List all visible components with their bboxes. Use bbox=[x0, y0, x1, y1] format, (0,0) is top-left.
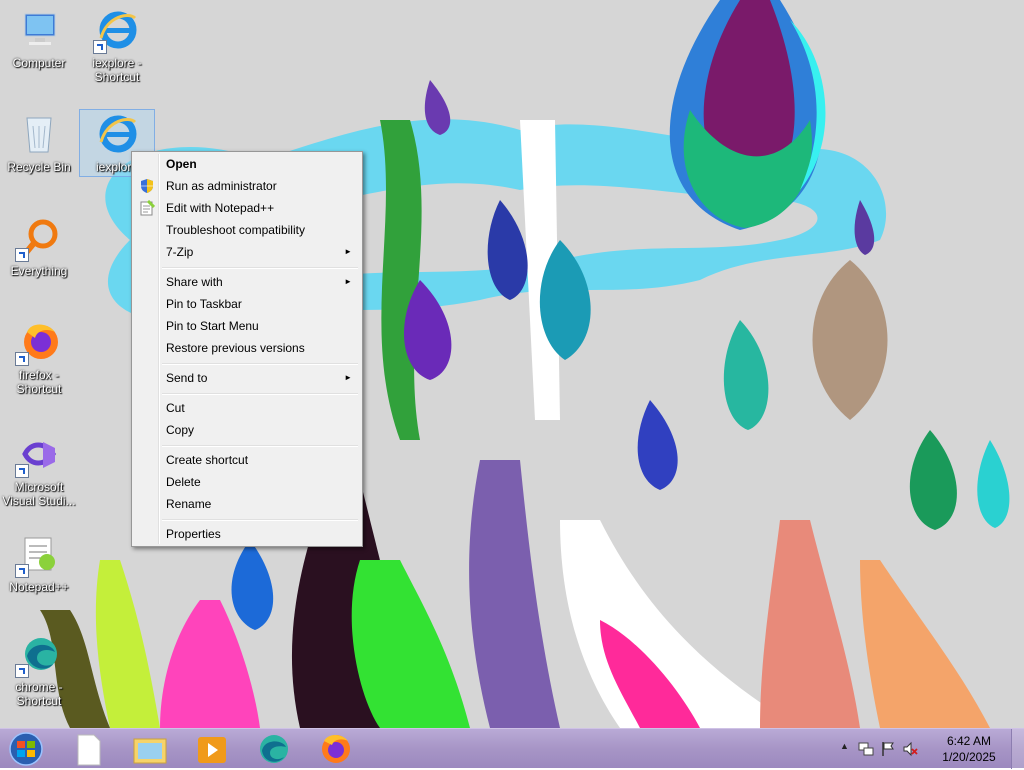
desktop-icon-label: iexplore - Shortcut bbox=[92, 56, 142, 84]
menu-item-label: Rename bbox=[166, 497, 212, 511]
explorer-folder-icon bbox=[133, 738, 167, 764]
shortcut-arrow-icon bbox=[15, 464, 29, 478]
menu-item-restore-previous-versions[interactable]: Restore previous versions bbox=[134, 337, 360, 359]
desktop-icon-label: chrome - Shortcut bbox=[15, 680, 63, 708]
menu-item-delete[interactable]: Delete bbox=[134, 471, 360, 493]
show-desktop-button[interactable] bbox=[1011, 729, 1024, 769]
edge-chromium-icon bbox=[260, 735, 288, 763]
menu-item-7-zip[interactable]: 7-Zip ► bbox=[134, 241, 360, 263]
menu-item-edit-with-notepad-plus-plus[interactable]: Edit with Notepad++ bbox=[134, 197, 360, 219]
uac-shield-icon bbox=[139, 178, 155, 194]
menu-item-copy[interactable]: Copy bbox=[134, 419, 360, 441]
volume-muted-icon[interactable] bbox=[902, 741, 918, 760]
menu-item-label: Delete bbox=[166, 475, 201, 489]
notepad-plus-plus-icon bbox=[139, 199, 156, 216]
firefox-icon bbox=[15, 320, 61, 366]
menu-item-label: Copy bbox=[166, 423, 195, 437]
internet-explorer-icon bbox=[95, 112, 139, 156]
edge-chromium-icon bbox=[15, 632, 61, 678]
network-icon[interactable] bbox=[858, 741, 874, 760]
shortcut-arrow-icon bbox=[15, 248, 29, 262]
system-tray: ▲ 6:42 AM 1/20/2025 bbox=[834, 729, 1024, 769]
menu-item-cut[interactable]: Cut bbox=[134, 397, 360, 419]
firefox-icon bbox=[322, 735, 350, 763]
file-icon bbox=[77, 734, 101, 766]
show-hidden-icons-button[interactable]: ▲ bbox=[840, 741, 849, 751]
start-orb-icon bbox=[9, 732, 43, 766]
menu-separator bbox=[162, 519, 358, 521]
desktop-icon-label: Computer bbox=[12, 56, 66, 70]
desktop-icon-label: Notepad++ bbox=[9, 580, 69, 594]
menu-item-label: Pin to Start Menu bbox=[166, 319, 259, 333]
menu-item-label: Troubleshoot compatibility bbox=[166, 223, 305, 237]
menu-item-rename[interactable]: Rename bbox=[134, 493, 360, 515]
taskbar-clock[interactable]: 6:42 AM 1/20/2025 bbox=[934, 733, 1004, 765]
clock-date: 1/20/2025 bbox=[942, 750, 996, 764]
submenu-arrow-icon: ► bbox=[344, 373, 352, 382]
internet-explorer-icon bbox=[93, 8, 139, 54]
start-button[interactable] bbox=[2, 731, 50, 767]
desktop-icon-chrome-shortcut[interactable]: chrome - Shortcut bbox=[2, 632, 76, 708]
shortcut-arrow-icon bbox=[15, 664, 29, 678]
media-player-icon bbox=[198, 737, 226, 763]
clock-time: 6:42 AM bbox=[946, 734, 992, 748]
desktop-icon-computer[interactable]: Computer bbox=[2, 8, 76, 70]
menu-separator bbox=[162, 393, 358, 395]
menu-item-label: Edit with Notepad++ bbox=[166, 201, 275, 215]
taskbar-edge-button[interactable] bbox=[248, 731, 300, 767]
menu-item-label: 7-Zip bbox=[166, 245, 194, 259]
menu-item-pin-to-start-menu[interactable]: Pin to Start Menu bbox=[134, 315, 360, 337]
desktop-icon-notepad-plus-plus[interactable]: Notepad++ bbox=[2, 532, 76, 594]
recycle-bin-icon bbox=[17, 112, 61, 156]
context-menu: Open Run as administrator Edit with Note… bbox=[131, 151, 363, 547]
desktop-icon-label: Recycle Bin bbox=[7, 160, 71, 174]
menu-separator bbox=[162, 267, 358, 269]
taskbar-explorer-button[interactable] bbox=[124, 731, 176, 767]
menu-separator bbox=[162, 363, 358, 365]
computer-icon bbox=[17, 8, 61, 52]
taskbar-file-button[interactable] bbox=[62, 731, 114, 767]
menu-item-label: Properties bbox=[166, 527, 221, 541]
menu-separator bbox=[162, 445, 358, 447]
menu-item-create-shortcut[interactable]: Create shortcut bbox=[134, 449, 360, 471]
menu-item-properties[interactable]: Properties bbox=[134, 523, 360, 545]
menu-item-open[interactable]: Open bbox=[134, 153, 360, 175]
menu-item-label: Send to bbox=[166, 371, 208, 385]
desktop-icon-iexplore-shortcut[interactable]: iexplore - Shortcut bbox=[80, 8, 154, 84]
desktop-icon-label: firefox - Shortcut bbox=[16, 368, 62, 396]
taskbar-firefox-button[interactable] bbox=[310, 731, 362, 767]
submenu-arrow-icon: ► bbox=[344, 277, 352, 286]
desktop-icon-everything[interactable]: Everything bbox=[2, 216, 76, 278]
desktop-icon-visual-studio[interactable]: Microsoft Visual Studi... bbox=[2, 432, 76, 508]
shortcut-arrow-icon bbox=[15, 352, 29, 366]
desktop-icon-recycle-bin[interactable]: Recycle Bin bbox=[2, 112, 76, 174]
shortcut-arrow-icon bbox=[15, 564, 29, 578]
menu-item-send-to[interactable]: Send to ► bbox=[134, 367, 360, 389]
menu-item-troubleshoot-compatibility[interactable]: Troubleshoot compatibility bbox=[134, 219, 360, 241]
submenu-arrow-icon: ► bbox=[344, 247, 352, 256]
menu-item-label: Run as administrator bbox=[166, 179, 277, 193]
menu-item-pin-to-taskbar[interactable]: Pin to Taskbar bbox=[134, 293, 360, 315]
visual-studio-icon bbox=[15, 432, 61, 478]
menu-item-run-as-administrator[interactable]: Run as administrator bbox=[134, 175, 360, 197]
desktop-icon-firefox-shortcut[interactable]: firefox - Shortcut bbox=[2, 320, 76, 396]
taskbar: ▲ 6:42 AM 1/20/2025 bbox=[0, 728, 1024, 769]
desktop-icon-label: Everything bbox=[10, 264, 68, 278]
menu-item-share-with[interactable]: Share with ► bbox=[134, 271, 360, 293]
notepad-plus-plus-icon bbox=[15, 532, 61, 578]
menu-item-label: Open bbox=[166, 157, 197, 171]
shortcut-arrow-icon bbox=[93, 40, 107, 54]
menu-item-label: Create shortcut bbox=[166, 453, 249, 467]
menu-item-label: Share with bbox=[166, 275, 223, 289]
menu-item-label: Cut bbox=[166, 401, 185, 415]
taskbar-media-player-button[interactable] bbox=[186, 731, 238, 767]
menu-item-label: Pin to Taskbar bbox=[166, 297, 242, 311]
menu-item-label: Restore previous versions bbox=[166, 341, 305, 355]
action-center-flag-icon[interactable] bbox=[880, 741, 896, 760]
desktop-icon-label: Microsoft Visual Studi... bbox=[2, 480, 76, 508]
everything-search-icon bbox=[15, 216, 61, 262]
